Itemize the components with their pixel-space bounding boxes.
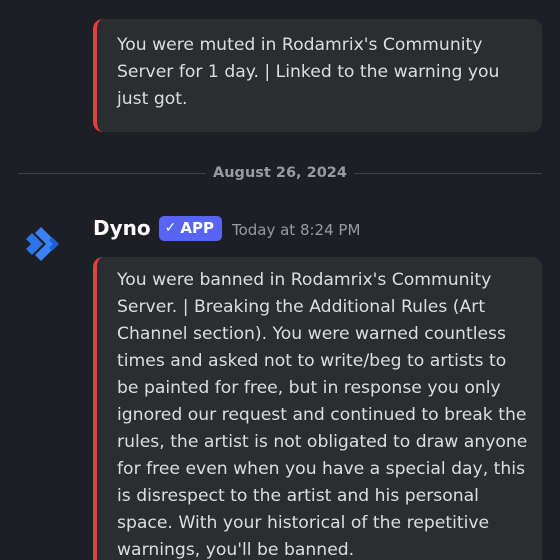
ban-notice-embed: You were banned in Rodamrix's Community …	[93, 257, 542, 560]
embed-description: You were banned in Rodamrix's Community …	[117, 270, 528, 560]
divider-line-left	[18, 173, 206, 174]
divider-line-right	[354, 173, 542, 174]
chat-view: You were muted in Rodamrix's Community S…	[0, 0, 560, 560]
app-badge-label: APP	[180, 219, 214, 237]
check-icon: ✓	[164, 220, 177, 236]
mute-notice-embed: You were muted in Rodamrix's Community S…	[93, 19, 542, 132]
date-divider: August 26, 2024	[18, 163, 542, 183]
message-header: Dyno ✓ APP Today at 8:24 PM	[93, 213, 360, 243]
app-badge: ✓ APP	[158, 215, 222, 241]
embed-description: You were muted in Rodamrix's Community S…	[117, 35, 500, 109]
avatar[interactable]	[22, 220, 70, 268]
message-timestamp: Today at 8:24 PM	[231, 220, 361, 239]
dyno-logo-icon	[26, 227, 59, 261]
date-divider-label: August 26, 2024	[213, 165, 347, 181]
author-name[interactable]: Dyno	[93, 213, 151, 243]
